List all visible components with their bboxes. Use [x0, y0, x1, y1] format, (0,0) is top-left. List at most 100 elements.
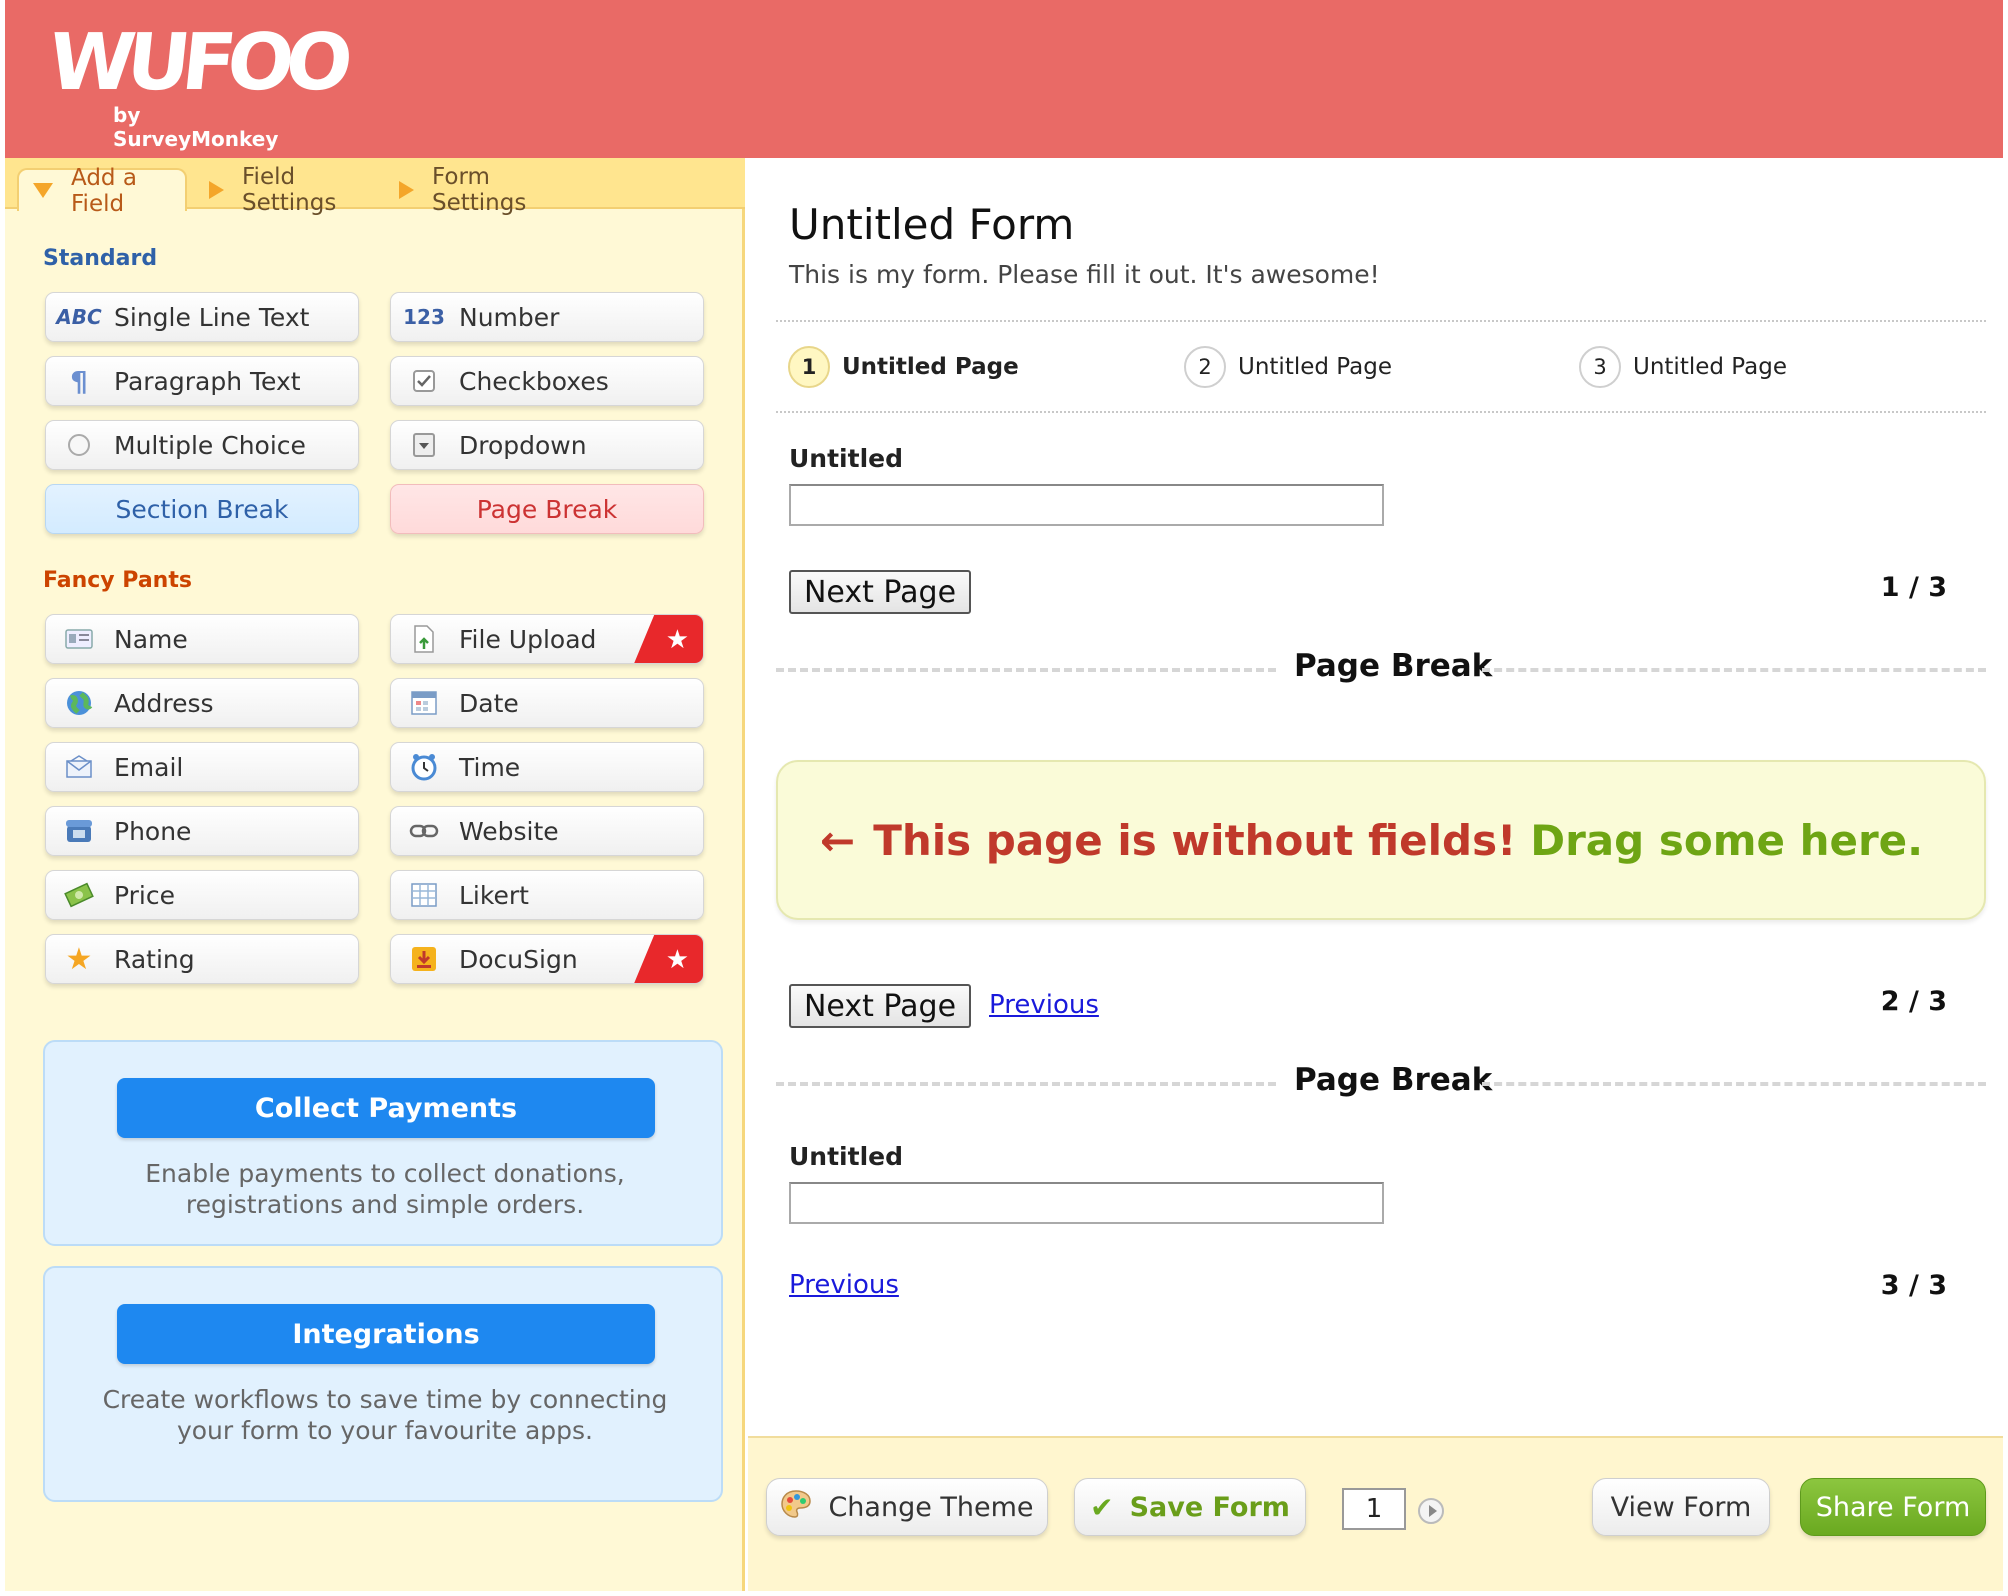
premium-star-icon: ★ [633, 615, 703, 663]
star-icon: ★ [65, 941, 93, 977]
tab-label: Field Settings [242, 163, 337, 216]
add-single-line-text-button[interactable]: ABC Single Line Text [45, 292, 359, 342]
phone-icon [62, 816, 96, 846]
add-page-break-button[interactable]: Page Break [390, 484, 704, 534]
caret-right-icon [209, 180, 224, 199]
tab-add-a-field[interactable]: Add a Field [17, 165, 187, 217]
abc-icon: ABC [56, 305, 102, 329]
radio-icon [62, 430, 96, 460]
page-step-1[interactable]: 1 Untitled Page [788, 346, 1019, 388]
form-description[interactable]: This is my form. Please fill it out. It'… [789, 260, 1380, 289]
step-label: Untitled Page [1238, 354, 1392, 380]
step-number: 3 [1579, 346, 1621, 388]
add-paragraph-text-button[interactable]: ¶ Paragraph Text [45, 356, 359, 406]
add-website-button[interactable]: Website [390, 806, 704, 856]
add-docusign-button[interactable]: DocuSign ★ [390, 934, 704, 984]
add-time-button[interactable]: Time [390, 742, 704, 792]
untitled-text-field[interactable] [789, 1182, 1384, 1224]
app-header: WUFOO by SurveyMonkey [5, 0, 2003, 158]
field-button-label: Email [114, 752, 184, 782]
checkmark-icon: ✔ [1090, 1490, 1114, 1524]
add-name-button[interactable]: Name [45, 614, 359, 664]
field-button-label: Likert [459, 880, 529, 910]
add-dropdown-button[interactable]: Dropdown [390, 420, 704, 470]
add-number-button[interactable]: 123 Number [390, 292, 704, 342]
page-count: 2 / 3 [1880, 986, 1947, 1017]
field-sidebar: Add a Field Field Settings Form Settings… [5, 158, 745, 1591]
tab-form-settings[interactable]: Form Settings [385, 164, 585, 216]
page-break-line [1482, 668, 1986, 672]
field-button-label: Name [114, 624, 188, 654]
collect-payments-button[interactable]: Collect Payments [117, 1078, 655, 1138]
page-count: 3 / 3 [1880, 1270, 1947, 1301]
next-page-button[interactable]: Next Page [789, 984, 971, 1028]
add-phone-button[interactable]: Phone [45, 806, 359, 856]
field-button-label: Rating [114, 944, 195, 974]
caret-down-icon [33, 183, 53, 198]
field-label[interactable]: Untitled [789, 1142, 903, 1171]
collect-payments-description: Enable payments to collect donations, re… [145, 1159, 625, 1219]
integrations-panel: Integrations Create workflows to save ti… [43, 1266, 723, 1502]
untitled-text-field[interactable] [789, 484, 1384, 526]
add-likert-button[interactable]: Likert [390, 870, 704, 920]
field-button-label: Address [114, 688, 214, 718]
go-to-page-icon[interactable] [1418, 1498, 1444, 1524]
clock-icon [407, 752, 441, 782]
next-page-button[interactable]: Next Page [789, 570, 971, 614]
tab-field-settings[interactable]: Field Settings [195, 164, 375, 216]
tab-label: Form Settings [432, 163, 527, 216]
wufoo-logo[interactable]: WUFOO by SurveyMonkey [44, 18, 349, 151]
view-form-button[interactable]: View Form [1592, 1478, 1770, 1536]
integrations-description: Create workflows to save time by connect… [102, 1385, 668, 1445]
field-button-label: Page Break [476, 494, 618, 524]
field-button-label: Section Break [115, 494, 289, 524]
add-file-upload-button[interactable]: File Upload ★ [390, 614, 704, 664]
form-title[interactable]: Untitled Form [789, 200, 1074, 249]
standard-group-title: Standard [43, 246, 158, 271]
page-number-input[interactable]: 1 [1342, 1488, 1406, 1530]
field-label[interactable]: Untitled [789, 444, 903, 473]
save-form-button[interactable]: ✔ Save Form [1074, 1478, 1306, 1536]
share-form-button[interactable]: Share Form [1800, 1478, 1986, 1536]
logo-byline: by SurveyMonkey [113, 103, 279, 151]
field-button-label: Price [114, 880, 175, 910]
field-button-label: Single Line Text [114, 302, 310, 332]
logo-wordmark: WUFOO [44, 18, 350, 108]
link-icon [407, 816, 441, 846]
field-button-label: Date [459, 688, 519, 718]
empty-page-drop-zone[interactable]: ← This page is without fields! Drag some… [776, 760, 1986, 920]
step-label: Untitled Page [842, 354, 1019, 380]
name-card-icon [62, 624, 96, 654]
change-theme-button[interactable]: Change Theme [766, 1478, 1048, 1536]
table-icon [407, 880, 441, 910]
previous-link[interactable]: Previous [989, 990, 1099, 1020]
page-break-line [1482, 1082, 1986, 1086]
page-break-label[interactable]: Page Break [1294, 1062, 1492, 1098]
integrations-button[interactable]: Integrations [117, 1304, 655, 1364]
page-step-2[interactable]: 2 Untitled Page [1184, 346, 1392, 388]
dropdown-icon [407, 430, 441, 460]
add-section-break-button[interactable]: Section Break [45, 484, 359, 534]
step-number: 2 [1184, 346, 1226, 388]
palette-icon [780, 1489, 812, 1526]
add-address-button[interactable]: Address [45, 678, 359, 728]
field-button-label: Time [459, 752, 521, 782]
page-step-3[interactable]: 3 Untitled Page [1579, 346, 1787, 388]
save-form-label: Save Form [1129, 1491, 1290, 1523]
divider [776, 320, 1986, 322]
envelope-icon [62, 752, 96, 782]
add-multiple-choice-button[interactable]: Multiple Choice [45, 420, 359, 470]
step-label: Untitled Page [1633, 354, 1787, 380]
add-email-button[interactable]: Email [45, 742, 359, 792]
add-date-button[interactable]: Date [390, 678, 704, 728]
add-rating-button[interactable]: ★ Rating [45, 934, 359, 984]
add-checkboxes-button[interactable]: Checkboxes [390, 356, 704, 406]
form-builder-toolbar: Change Theme ✔ Save Form 1 View Form Sha… [748, 1436, 2003, 1591]
number-icon: 123 [403, 305, 445, 329]
left-arrow-icon: ← [820, 815, 856, 865]
page-break-label[interactable]: Page Break [1294, 648, 1492, 684]
paragraph-icon: ¶ [70, 364, 88, 398]
previous-link[interactable]: Previous [789, 1270, 899, 1300]
field-button-label: Paragraph Text [114, 366, 301, 396]
add-price-button[interactable]: Price [45, 870, 359, 920]
